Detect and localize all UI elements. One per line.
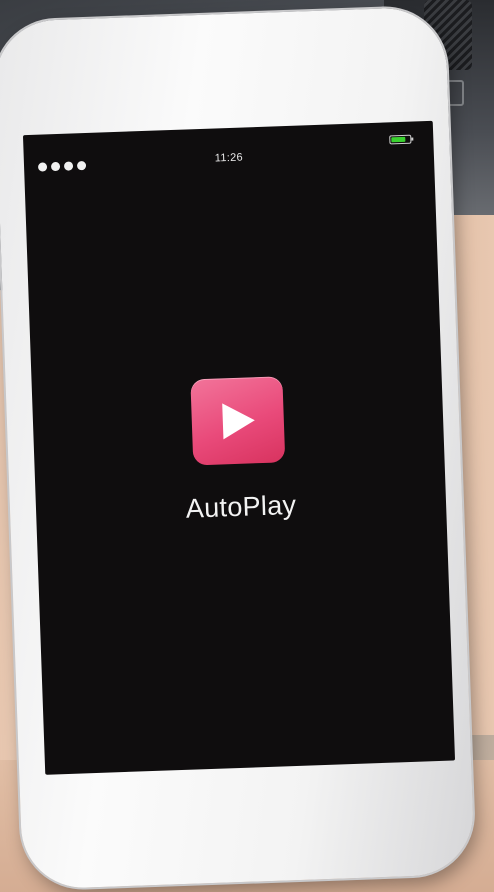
phone-screen: 11:26 AutoPlay: [22, 120, 456, 775]
status-time: 11:26: [214, 151, 244, 165]
autoplay-app-icon[interactable]: [190, 376, 286, 466]
app-name: AutoPlay: [185, 489, 297, 524]
app-launcher[interactable]: AutoPlay: [181, 376, 297, 525]
smartphone: 11:26 AutoPlay: [0, 6, 476, 890]
battery-fill: [391, 136, 406, 143]
photo-scene: 11:26 AutoPlay: [0, 0, 494, 892]
battery-tip: [411, 137, 414, 141]
play-icon: [222, 403, 256, 440]
battery-icon: [389, 134, 414, 145]
status-bar: 11:26: [23, 121, 434, 172]
